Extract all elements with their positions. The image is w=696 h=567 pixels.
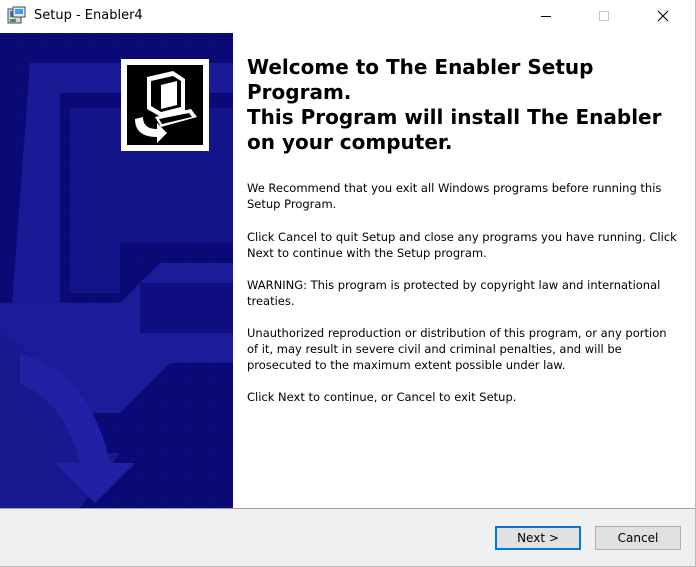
cancel-button[interactable]: Cancel (595, 526, 681, 550)
close-icon (657, 7, 669, 26)
heading-line: Program. (247, 80, 352, 104)
maximize-icon (598, 7, 610, 26)
close-button[interactable] (640, 0, 686, 32)
window-title: Setup - Enabler4 (34, 8, 143, 23)
maximize-button[interactable] (581, 0, 627, 32)
title-bar[interactable]: Setup - Enabler4 (0, 0, 695, 33)
minimize-button[interactable] (523, 0, 569, 32)
setup-app-icon (7, 6, 27, 26)
button-bar: Next > Cancel (0, 509, 695, 566)
penalties-text: Unauthorized reproduction or distributio… (247, 326, 667, 372)
welcome-content: Welcome to The Enabler Setup Program. Th… (247, 55, 679, 404)
computer-install-logo (121, 59, 209, 151)
next-button[interactable]: Next > (495, 526, 581, 550)
continue-instructions-text: Click Next to continue, or Cancel to exi… (247, 390, 517, 404)
heading-line: This Program will install The Enabler (247, 105, 662, 129)
welcome-heading: Welcome to The Enabler Setup Program. Th… (247, 55, 679, 155)
heading-line: on your computer. (247, 130, 453, 154)
heading-line: Welcome to The Enabler Setup (247, 55, 594, 79)
minimize-icon (540, 7, 552, 26)
recommend-text: We Recommend that you exit all Windows p… (247, 181, 662, 211)
copyright-warning-text: WARNING: This program is protected by co… (247, 278, 661, 308)
cancel-instructions-text: Click Cancel to quit Setup and close any… (247, 230, 677, 260)
setup-window: Setup - Enabler4 Welcome to The Enabler … (0, 0, 696, 567)
setup-banner (0, 33, 233, 508)
